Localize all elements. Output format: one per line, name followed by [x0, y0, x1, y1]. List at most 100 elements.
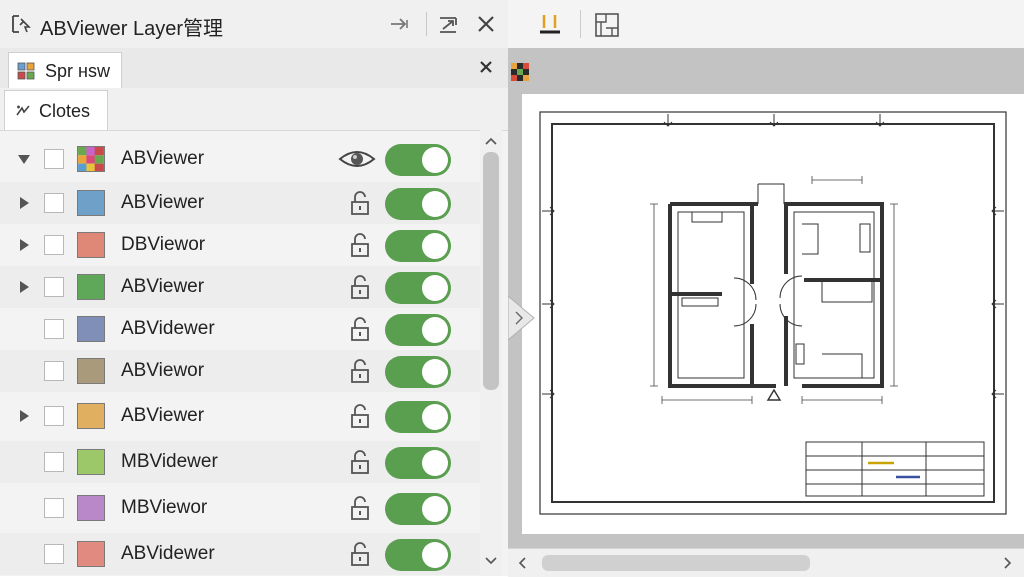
toggle-knob	[422, 191, 448, 217]
lock-icon[interactable]	[348, 316, 372, 342]
layer-visibility-toggle[interactable]	[385, 188, 451, 220]
lock-icon[interactable]	[348, 190, 372, 216]
lock-icon[interactable]	[348, 495, 372, 521]
layer-color-swatch[interactable]	[77, 274, 105, 300]
vertical-scrollbar[interactable]	[480, 130, 502, 576]
layer-color-swatch[interactable]	[77, 449, 105, 475]
scroll-thumb[interactable]	[483, 152, 499, 390]
lock-icon[interactable]	[348, 541, 372, 567]
close-icon	[478, 16, 494, 32]
drawing-viewport[interactable]	[508, 48, 1024, 548]
layer-visibility-toggle[interactable]	[385, 144, 451, 176]
layer-checkbox[interactable]	[44, 319, 64, 339]
color-grid-icon	[511, 63, 529, 81]
toolbar-separator	[580, 10, 581, 38]
layer-color-swatch[interactable]	[77, 232, 105, 258]
layer-row[interactable]: ABViewer	[0, 182, 480, 224]
scroll-right-button[interactable]	[1000, 555, 1016, 571]
chevron-right-icon	[1004, 557, 1012, 569]
subtab-label: Clotes	[39, 101, 91, 121]
toggle-knob	[422, 233, 448, 259]
eye-icon[interactable]	[338, 148, 376, 170]
layer-manager-panel: ABViewer Layer管理 Spr нsw Clotes ABViewer…	[0, 0, 509, 576]
toggle-knob	[422, 496, 448, 522]
horizontal-scroll-thumb[interactable]	[542, 555, 810, 571]
layer-checkbox[interactable]	[44, 193, 64, 213]
tab-layers[interactable]: Spr нsw	[8, 52, 122, 88]
toggle-knob	[422, 450, 448, 476]
subtab-clotes[interactable]: Clotes	[4, 90, 108, 130]
layer-visibility-toggle[interactable]	[385, 401, 451, 433]
layer-checkbox[interactable]	[44, 149, 64, 169]
scroll-left-button[interactable]	[514, 555, 530, 571]
layer-row[interactable]: MBViewor	[0, 487, 480, 529]
layer-list: ABViewer ABViewer DBViewor ABViewer ABVidewe…	[0, 136, 480, 576]
restore-icon	[440, 17, 457, 33]
layer-checkbox[interactable]	[44, 498, 64, 518]
layer-row[interactable]: ABViewer	[0, 266, 480, 308]
toggle-knob	[422, 275, 448, 301]
layer-visibility-toggle[interactable]	[385, 230, 451, 262]
drawing-toolbar	[508, 0, 1024, 49]
lock-icon[interactable]	[348, 358, 372, 384]
tab-close-button[interactable]	[474, 55, 498, 79]
scroll-down-button[interactable]	[480, 550, 502, 572]
layer-tool-icon	[12, 15, 31, 33]
expand-arrow-right-icon[interactable]	[16, 279, 32, 295]
layer-row[interactable]: MBVidewer	[0, 441, 480, 483]
layer-checkbox[interactable]	[44, 235, 64, 255]
layer-checkbox[interactable]	[44, 277, 64, 297]
window-title: ABViewer Layer管理	[40, 18, 224, 40]
expand-arrow-right-icon[interactable]	[16, 195, 32, 211]
scroll-up-button[interactable]	[480, 130, 502, 152]
collapse-panel-handle[interactable]	[508, 296, 536, 340]
layout-icon[interactable]	[592, 10, 622, 40]
toggle-knob	[422, 317, 448, 343]
toggle-knob	[422, 359, 448, 385]
layer-row[interactable]: DBViewor	[0, 224, 480, 266]
lock-icon[interactable]	[348, 274, 372, 300]
layer-color-swatch[interactable]	[77, 358, 105, 384]
layer-color-swatch[interactable]	[77, 190, 105, 216]
layer-color-swatch[interactable]	[77, 495, 105, 521]
layer-color-swatch[interactable]	[77, 541, 105, 567]
layer-checkbox[interactable]	[44, 361, 64, 381]
layer-name: MBViewor	[121, 497, 208, 518]
layer-color-swatch[interactable]	[77, 316, 105, 342]
layer-visibility-toggle[interactable]	[385, 493, 451, 525]
lock-icon[interactable]	[348, 449, 372, 475]
layer-visibility-toggle[interactable]	[385, 356, 451, 388]
layer-row[interactable]: ABViewer	[0, 395, 480, 437]
lock-icon[interactable]	[348, 232, 372, 258]
layer-visibility-toggle[interactable]	[385, 539, 451, 571]
layer-name: ABViewer	[121, 192, 205, 213]
floor-plan-drawing	[522, 94, 1024, 534]
layer-checkbox[interactable]	[44, 544, 64, 564]
expand-arrow-down-icon[interactable]	[16, 151, 32, 167]
layer-color-icon[interactable]	[536, 12, 564, 36]
layer-name: ABViewer	[121, 276, 205, 297]
layer-checkbox[interactable]	[44, 452, 64, 472]
toggle-knob	[422, 147, 448, 173]
layer-name: ABViewer	[121, 405, 205, 426]
layer-visibility-toggle[interactable]	[385, 447, 451, 479]
close-window-button[interactable]	[472, 10, 500, 38]
layer-row[interactable]: ABVidewer	[0, 533, 480, 575]
layer-visibility-toggle[interactable]	[385, 314, 451, 346]
layer-row[interactable]: ABViewor	[0, 350, 480, 392]
subtab-strip: Clotes	[0, 88, 508, 131]
layer-row[interactable]: ABViewer	[0, 138, 480, 180]
pin-button[interactable]	[386, 10, 414, 38]
chevron-down-icon	[485, 557, 497, 565]
expand-arrow-right-icon[interactable]	[16, 237, 32, 253]
layer-color-swatch[interactable]	[77, 403, 105, 429]
layer-checkbox[interactable]	[44, 406, 64, 426]
layer-visibility-toggle[interactable]	[385, 272, 451, 304]
restore-button[interactable]	[434, 10, 462, 38]
toggle-knob	[422, 542, 448, 568]
expand-arrow-right-icon[interactable]	[16, 408, 32, 424]
layer-color-swatch[interactable]	[77, 146, 105, 172]
layer-row[interactable]: ABVidewer	[0, 308, 480, 350]
horizontal-scrollbar[interactable]	[508, 548, 1024, 577]
lock-icon[interactable]	[348, 403, 372, 429]
